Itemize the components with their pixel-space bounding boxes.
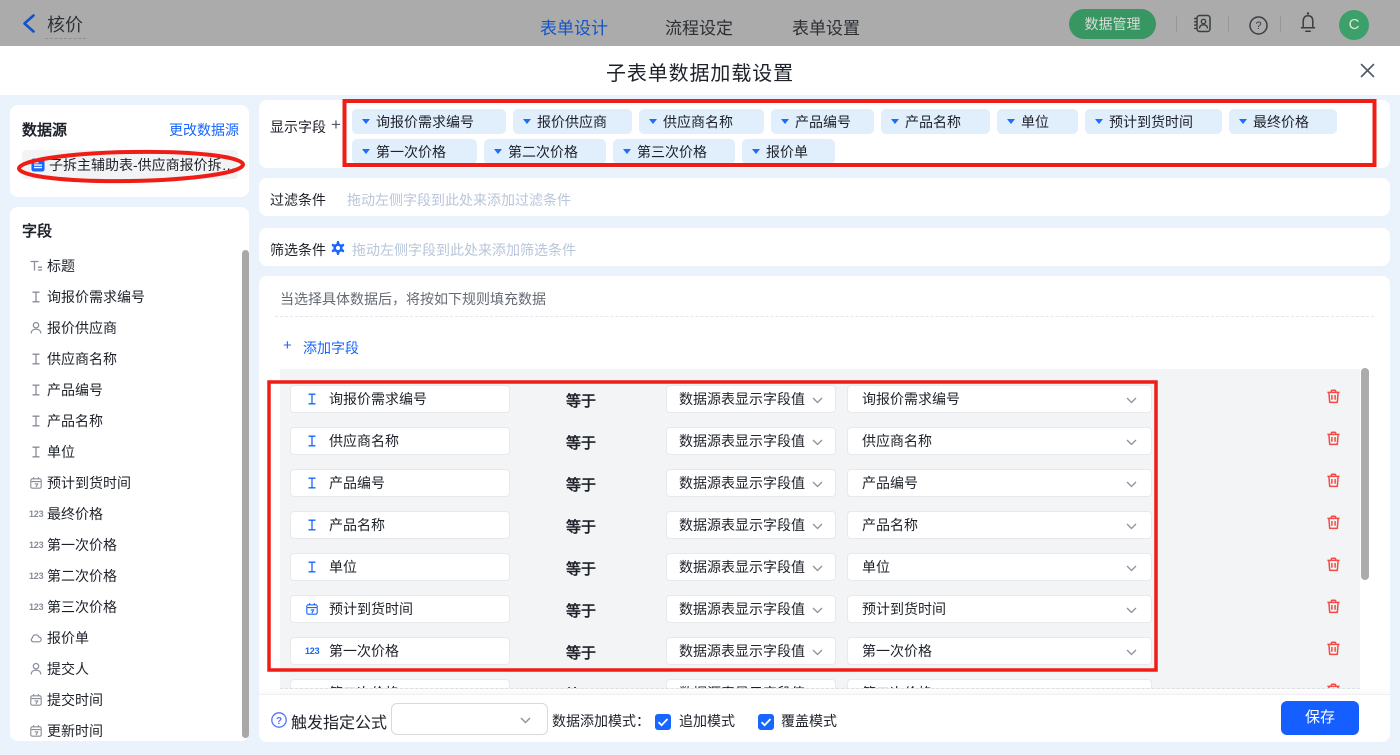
svg-text:?: ?: [1255, 20, 1261, 32]
svg-text:?: ?: [276, 716, 282, 727]
